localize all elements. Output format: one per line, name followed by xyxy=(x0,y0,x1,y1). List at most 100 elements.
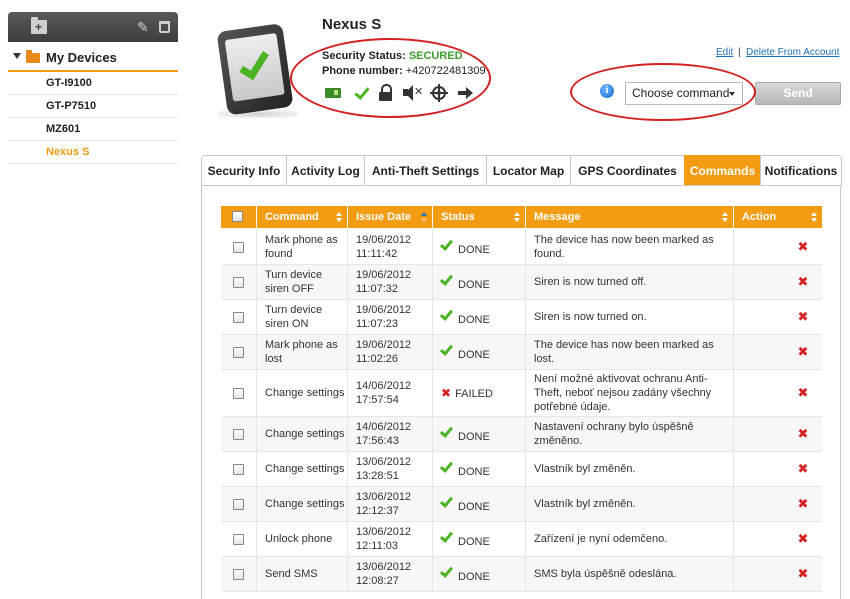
row-select-cell xyxy=(221,557,256,591)
delete-icon[interactable]: ✖ xyxy=(798,497,809,511)
sort-icon xyxy=(421,212,427,222)
cell-command: Mark phone as found xyxy=(256,230,347,264)
cell-action: ✖ xyxy=(733,230,822,264)
tab-gps-coordinates[interactable]: GPS Coordinates xyxy=(570,155,684,186)
header-action[interactable]: Action xyxy=(733,206,822,228)
table-row: Mark phone as found 19/06/2012 11:11:42 DON… xyxy=(221,230,822,265)
tab-locator-map[interactable]: Locator Map xyxy=(486,155,570,186)
cell-status: DONE xyxy=(432,522,525,556)
cell-command: Unlock phone xyxy=(256,522,347,556)
status-failed: FAILED xyxy=(441,386,493,401)
sidebar-root-my-devices[interactable]: My Devices xyxy=(8,42,178,72)
delete-icon[interactable]: ✖ xyxy=(798,310,809,324)
tab-commands[interactable]: Commands xyxy=(684,155,760,186)
send-button[interactable]: Send xyxy=(755,82,841,105)
phone-image xyxy=(216,23,297,116)
select-all-cell xyxy=(221,206,256,228)
sort-icon xyxy=(722,212,728,222)
cell-message: Nastavení ochrany bylo úspěšně změněno. xyxy=(525,417,733,451)
sort-icon xyxy=(811,212,817,222)
cell-message: The device has now been marked as lost. xyxy=(525,335,733,369)
status-done: DONE xyxy=(441,343,490,362)
row-checkbox[interactable] xyxy=(233,387,244,399)
cell-issue-date: 19/06/2012 11:02:26 xyxy=(347,335,432,369)
device-sidebar: + ✎ My Devices GT-I9100 GT-P7510 MZ601 Nexu… xyxy=(8,12,178,164)
cell-action: ✖ xyxy=(733,452,822,486)
secured-check-icon xyxy=(239,46,269,81)
cell-message: SMS byla úspěšně odeslána. xyxy=(525,557,733,591)
sidebar-toolbar: + ✎ xyxy=(8,12,178,42)
folder-icon xyxy=(26,50,40,63)
delete-icon[interactable]: ✖ xyxy=(798,567,809,581)
header-status[interactable]: Status xyxy=(432,206,525,228)
cell-issue-date: 13/06/2012 12:08:27 xyxy=(347,557,432,591)
tab-security-info[interactable]: Security Info xyxy=(201,155,286,186)
row-select-cell xyxy=(221,300,256,334)
cell-action: ✖ xyxy=(733,370,822,416)
cell-issue-date: 13/06/2012 13:28:51 xyxy=(347,452,432,486)
cell-issue-date: 13/06/2012 12:11:03 xyxy=(347,522,432,556)
cell-issue-date: 13/06/2012 12:12:37 xyxy=(347,487,432,521)
delete-icon[interactable]: ✖ xyxy=(798,345,809,359)
tab-activity-log[interactable]: Activity Log xyxy=(286,155,364,186)
annotation-oval-command xyxy=(570,63,756,121)
table-row: Change settings 13/06/2012 13:28:51 DONE Vla… xyxy=(221,452,822,487)
trash-icon[interactable] xyxy=(159,21,170,33)
delete-icon[interactable]: ✖ xyxy=(798,462,809,476)
table-row: Turn device siren ON 19/06/2012 11:07:23 DO… xyxy=(221,300,822,335)
cell-command: Change settings xyxy=(256,370,347,416)
header-issue-date[interactable]: Issue Date xyxy=(347,206,432,228)
delete-icon[interactable]: ✖ xyxy=(798,275,809,289)
add-folder-icon[interactable]: + xyxy=(31,17,47,34)
cell-message: Vlastník byl změněn. xyxy=(525,487,733,521)
header-message[interactable]: Message xyxy=(525,206,733,228)
sidebar-item-device[interactable]: GT-P7510 xyxy=(8,95,178,118)
cell-status: DONE xyxy=(432,335,525,369)
annotation-oval-status xyxy=(290,38,491,118)
delete-icon[interactable]: ✖ xyxy=(798,240,809,254)
status-done: DONE xyxy=(441,238,490,257)
status-done: DONE xyxy=(441,530,490,549)
row-checkbox[interactable] xyxy=(233,311,244,323)
sidebar-item-device[interactable]: Nexus S xyxy=(8,141,178,164)
cell-command: Change settings xyxy=(256,452,347,486)
row-checkbox[interactable] xyxy=(233,463,244,475)
expand-arrow-icon[interactable] xyxy=(13,53,21,59)
table-row: Turn device siren OFF 19/06/2012 11:07:32 D… xyxy=(221,265,822,300)
pencil-icon[interactable]: ✎ xyxy=(137,20,149,34)
delete-icon[interactable]: ✖ xyxy=(798,427,809,441)
cell-command: Change settings xyxy=(256,487,347,521)
cell-message: Vlastník byl změněn. xyxy=(525,452,733,486)
table-row: Mark phone as lost 19/06/2012 11:02:26 DONE… xyxy=(221,335,822,370)
row-select-cell xyxy=(221,417,256,451)
cell-status: DONE xyxy=(432,265,525,299)
row-checkbox[interactable] xyxy=(233,498,244,510)
edit-link[interactable]: Edit xyxy=(716,47,733,58)
cell-issue-date: 19/06/2012 11:07:23 xyxy=(347,300,432,334)
table-row: Send SMS 13/06/2012 12:08:27 DONE SMS byla ú… xyxy=(221,557,822,592)
row-checkbox[interactable] xyxy=(233,276,244,288)
header-command[interactable]: Command xyxy=(256,206,347,228)
row-checkbox[interactable] xyxy=(233,533,244,545)
row-checkbox[interactable] xyxy=(233,346,244,358)
delete-from-account-link[interactable]: Delete From Account xyxy=(746,47,839,58)
row-select-cell xyxy=(221,370,256,416)
tab-anti-theft-settings[interactable]: Anti-Theft Settings xyxy=(364,155,486,186)
row-select-cell xyxy=(221,265,256,299)
row-checkbox[interactable] xyxy=(233,241,244,253)
sidebar-item-device[interactable]: GT-I9100 xyxy=(8,72,178,95)
sidebar-item-device[interactable]: MZ601 xyxy=(8,118,178,141)
delete-icon[interactable]: ✖ xyxy=(798,532,809,546)
cell-message: Siren is now turned off. xyxy=(525,265,733,299)
row-checkbox[interactable] xyxy=(233,428,244,440)
table-row: Change settings 13/06/2012 12:12:37 DONE Vla… xyxy=(221,487,822,522)
status-done: DONE xyxy=(441,308,490,327)
select-all-checkbox[interactable] xyxy=(232,211,243,222)
table-row: Unlock phone 13/06/2012 12:11:03 DONE Zaříze… xyxy=(221,522,822,557)
cell-action: ✖ xyxy=(733,557,822,591)
tab-notifications[interactable]: Notifications xyxy=(760,155,842,186)
row-checkbox[interactable] xyxy=(233,568,244,580)
cell-command: Turn device siren OFF xyxy=(256,265,347,299)
delete-icon[interactable]: ✖ xyxy=(798,386,809,400)
status-done: DONE xyxy=(441,460,490,479)
